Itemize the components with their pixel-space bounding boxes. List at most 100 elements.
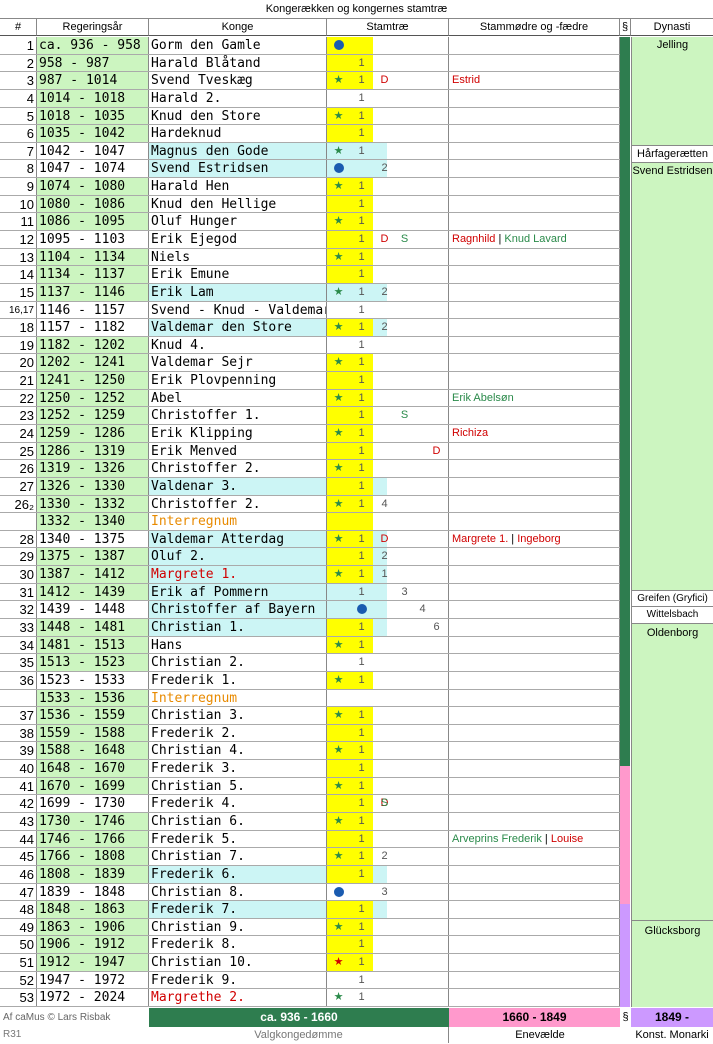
king-name: Christian 5.: [149, 777, 327, 795]
table-row: 52 1947 - 1972 Frederik 9. 1: [0, 971, 620, 990]
ancestors: Erik Abelsøn: [449, 389, 620, 407]
king-name: Hardeknud: [149, 125, 327, 142]
star-icon: ★: [333, 850, 344, 863]
tree-cell: 1: [327, 901, 449, 918]
star-icon: ★: [333, 321, 344, 334]
generation-mark: 2: [381, 321, 388, 334]
king-name: Frederik 4.: [149, 795, 327, 812]
row-number: 42: [0, 795, 37, 812]
row-number: 4: [0, 89, 37, 107]
row-number: 45: [0, 848, 37, 865]
tree-cell: 1: [327, 971, 449, 989]
king-name: Valdenar 3.: [149, 477, 327, 495]
star-icon: ★: [333, 744, 344, 757]
row-number: 36: [0, 671, 37, 689]
row-number: 30: [0, 566, 37, 583]
king-name: Frederik 8.: [149, 936, 327, 954]
tree-cell: ★ 1: [327, 777, 449, 795]
crown-icon: [327, 37, 350, 54]
ancestors: [449, 266, 620, 283]
king-name: Christian 8.: [149, 883, 327, 901]
row-number: 24: [0, 425, 37, 442]
tree-branch: [327, 231, 350, 248]
king-name: Christian 10.: [149, 954, 327, 971]
table-row: 15 1137 - 1146 Erik Lam ★ 1 2: [0, 283, 620, 302]
row-number: 50: [0, 936, 37, 954]
row-number: [0, 689, 37, 707]
dynasty-label: Oldenborg: [646, 627, 699, 639]
tree-cell: 16: [327, 619, 449, 636]
row-number: 39: [0, 742, 37, 760]
king-name: Erik Klipping: [149, 425, 327, 442]
row-number: 6: [0, 125, 37, 142]
reign-years: 1746 - 1766: [37, 830, 149, 848]
tree-cell: [327, 37, 449, 54]
table-row: 44 1746 - 1766 Frederik 5. 1 Arveprins Frede…: [0, 830, 620, 849]
reign-years: 1340 - 1375: [37, 530, 149, 548]
reign-years: 1648 - 1670: [37, 760, 149, 777]
table-row: 29 1375 - 1387 Oluf 2. 1 2: [0, 548, 620, 567]
ancestors: Estrid: [449, 72, 620, 89]
ancestors: [449, 795, 620, 812]
generation-mark: 2: [381, 285, 388, 298]
reign-years: 1536 - 1559: [37, 707, 149, 724]
dynasty-greifen: Greifen (Gryfici): [631, 590, 713, 607]
generation-mark: 1: [358, 797, 365, 810]
generation-mark: 1: [358, 127, 365, 140]
reign-years: 1766 - 1808: [37, 848, 149, 865]
star-icon: ★: [333, 215, 344, 228]
reign-years: 1042 - 1047: [37, 142, 149, 160]
reign-years: 1848 - 1863: [37, 901, 149, 918]
reign-years: 1286 - 1319: [37, 442, 149, 460]
tree-branch: [327, 724, 350, 742]
ancestors: Margrete 1. | Ingeborg: [449, 530, 620, 548]
dynasty-label: Greifen (Gryfici): [637, 593, 708, 604]
reign-years: 1513 - 1523: [37, 654, 149, 671]
tree-cell: 1: [327, 89, 449, 107]
descent-mark-d: D: [432, 444, 441, 457]
tree-cell: [327, 513, 449, 530]
footer-revision: R31: [3, 1029, 22, 1040]
table-row: 3 987 - 1014 Svend Tveskæg ★ 1 D Estrid: [0, 72, 620, 90]
table-row: 34 1481 - 1513 Hans ★ 1: [0, 636, 620, 655]
table-row: 12 1095 - 1103 Erik Ejegod 1 D S Ragnhild | Kn…: [0, 231, 620, 249]
header-dynasty: Dynasti: [631, 19, 713, 36]
generation-mark: 1: [358, 444, 365, 457]
ancestors: Ragnhild | Knud Lavard: [449, 231, 620, 248]
descent-mark-s: S: [400, 409, 409, 422]
table-row: 30 1387 - 1412 Margrete 1. ★ 1 1: [0, 566, 620, 584]
reign-years: 1412 - 1439: [37, 583, 149, 601]
reign-years: 1912 - 1947: [37, 954, 149, 971]
king-name: Christian 7.: [149, 848, 327, 865]
star-icon: ★: [333, 180, 344, 193]
table-row: 51 1912 - 1947 Christian 10. ★ 1: [0, 954, 620, 972]
descent-mark-d: D: [380, 532, 389, 545]
table-row: 38 1559 - 1588 Frederik 2. 1: [0, 724, 620, 743]
table-row: 48 1848 - 1863 Frederik 7. 1: [0, 901, 620, 919]
tree-branch: [327, 407, 350, 424]
ancestors: Richiza: [449, 425, 620, 442]
ancestors: [449, 936, 620, 954]
king-name: Oluf Hunger: [149, 213, 327, 230]
reign-years: 1481 - 1513: [37, 636, 149, 654]
row-number: 3: [0, 72, 37, 89]
row-number: 35: [0, 654, 37, 671]
tree-cell: [327, 689, 449, 707]
footer-label-absolutism: Enevælde: [515, 1029, 565, 1041]
generation-mark: 1: [358, 180, 365, 193]
tree-cell: ★ 1: [327, 918, 449, 936]
king-name: Interregnum: [149, 689, 327, 707]
generation-mark: 1: [358, 532, 365, 545]
ancestors: [449, 89, 620, 107]
row-number: [0, 513, 37, 530]
reign-years: 1699 - 1730: [37, 795, 149, 812]
king-name: Harald Hen: [149, 178, 327, 195]
reign-years: 1137 - 1146: [37, 283, 149, 301]
generation-mark: 1: [381, 568, 388, 581]
ancestors: [449, 689, 620, 707]
generation-mark: 1: [358, 779, 365, 792]
table-row: 11 1086 - 1095 Oluf Hunger ★ 1: [0, 213, 620, 231]
table-row: 28 1340 - 1375 Valdemar Atterdag ★ 1 D Margret…: [0, 530, 620, 549]
reign-years: 1104 - 1134: [37, 248, 149, 266]
tree-branch: [327, 795, 350, 812]
